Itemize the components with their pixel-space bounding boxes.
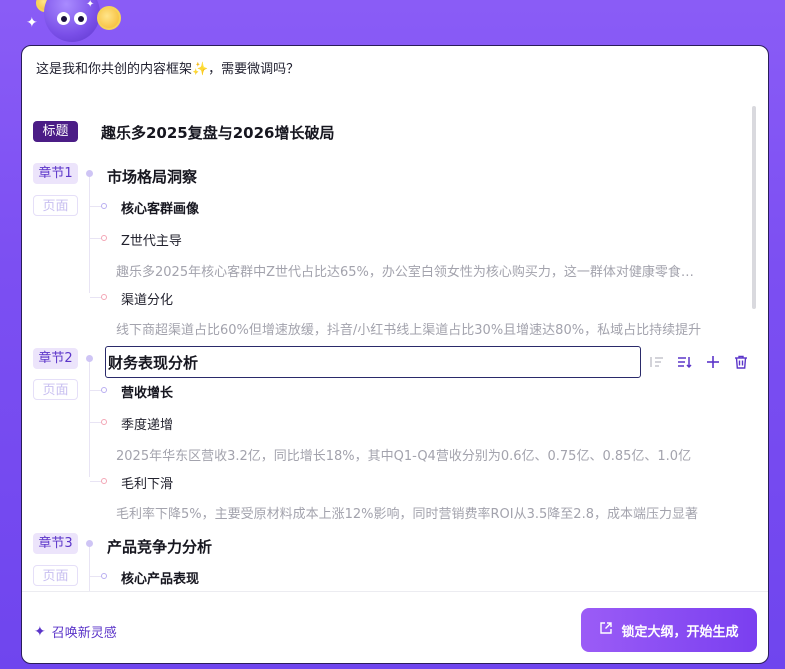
subsection-title[interactable]: 核心客群画像 (121, 198, 199, 217)
add-icon[interactable] (704, 353, 722, 371)
point-desc-row[interactable]: 毛利率下降5%，主要受原材料成本上涨12%影响，同时营销费率ROI从3.5降至2… (22, 503, 762, 527)
point-row[interactable]: Z世代主导 (22, 231, 762, 255)
chapter-title[interactable]: 产品竞争力分析 (107, 536, 212, 557)
subsection-row[interactable]: 页面 核心客群画像 (22, 195, 762, 219)
title-tag: 标题 (33, 121, 78, 142)
point-dot (101, 419, 107, 425)
subsection-title[interactable]: 营收增长 (121, 382, 173, 401)
outline-title[interactable]: 趣乐多2025复盘与2026增长破局 (101, 122, 335, 143)
chapter-dot (86, 540, 93, 547)
scrollbar[interactable] (752, 106, 756, 309)
chapter-row-editing[interactable]: 章节2 (22, 346, 762, 380)
point-row[interactable]: 毛利下滑 (22, 474, 762, 498)
chapter-tag: 章节2 (33, 348, 78, 369)
sparkle-icon: ✦ (26, 15, 38, 31)
page-tag[interactable]: 页面 (33, 195, 78, 216)
subsection-dot (101, 573, 107, 579)
mascot-decoration: ✦ ✦ (0, 0, 140, 48)
chapter-dot (86, 170, 93, 177)
chapter-toolbar (648, 353, 750, 371)
trash-icon[interactable] (732, 353, 750, 371)
page-tag[interactable]: 页面 (33, 565, 78, 586)
lock-outline-label: 锁定大纲，开始生成 (621, 624, 739, 640)
chapter-title-input[interactable] (105, 346, 641, 378)
chapter-title[interactable]: 市场格局洞察 (107, 166, 197, 187)
point-desc-row[interactable]: 线下商超渠道占比60%但增速放缓，抖音/小红书线上渠道占比30%且增速达80%，… (22, 319, 762, 343)
chapter-dot (86, 355, 93, 362)
indent-list-icon[interactable] (648, 353, 666, 371)
point-dot (101, 235, 107, 241)
sparkle-icon: ✦ (34, 623, 46, 640)
subsection-dot (101, 387, 107, 393)
external-link-icon (599, 621, 613, 639)
outline-panel: 这是我和你共创的内容框架✨，需要微调吗？ 标题 趣乐多2025复盘与2026增长… (21, 45, 769, 664)
subsection-row[interactable]: 页面 核心产品表现 (22, 565, 762, 589)
point-title[interactable]: 季度递增 (121, 414, 173, 433)
outline-scroll-area[interactable]: 标题 趣乐多2025复盘与2026增长破局 章节1 市场格局洞察 页面 核心客群… (22, 101, 770, 591)
intro-text: 这是我和你共创的内容框架✨，需要微调吗？ (36, 62, 300, 77)
point-description[interactable]: 线下商超渠道占比60%但增速放缓，抖音/小红书线上渠道占比30%且增速达80%，… (116, 319, 706, 338)
chapter-row[interactable]: 章节3 产品竞争力分析 (22, 533, 762, 557)
chapter-row[interactable]: 章节1 市场格局洞察 (22, 163, 762, 187)
mascot-eye-left (57, 12, 70, 25)
point-title[interactable]: Z世代主导 (121, 230, 182, 249)
point-desc-row[interactable]: 趣乐多2025年核心客群中Z世代占比达65%，办公室白领女性为核心购买力，这一群… (22, 261, 762, 285)
chapter-tag: 章节3 (33, 533, 78, 554)
chapter-tag: 章节1 (33, 163, 78, 184)
point-desc-row[interactable]: 2025年华东区营收3.2亿，同比增长18%，其中Q1-Q4营收分别为0.6亿、… (22, 445, 762, 469)
point-dot (101, 478, 107, 484)
point-dot (101, 294, 107, 300)
subsection-dot (101, 203, 107, 209)
footer-divider (22, 591, 768, 592)
page-tag[interactable]: 页面 (33, 379, 78, 400)
point-description[interactable]: 2025年华东区营收3.2亿，同比增长18%，其中Q1-Q4营收分别为0.6亿、… (116, 445, 706, 464)
point-description[interactable]: 趣乐多2025年核心客群中Z世代占比达65%，办公室白领女性为核心购买力，这一群… (116, 261, 706, 280)
subsection-row[interactable]: 页面 营收增长 (22, 379, 762, 403)
point-row[interactable]: 季度递增 (22, 415, 762, 439)
summon-inspiration-button[interactable]: ✦ 召唤新灵感 (34, 622, 117, 642)
point-title[interactable]: 毛利下滑 (121, 473, 173, 492)
summon-label: 召唤新灵感 (51, 626, 117, 641)
lock-outline-button[interactable]: 锁定大纲，开始生成 (581, 608, 757, 652)
coin-icon (97, 6, 121, 30)
point-title[interactable]: 渠道分化 (121, 289, 173, 308)
point-row[interactable]: 渠道分化 (22, 290, 762, 314)
subsection-title[interactable]: 核心产品表现 (121, 568, 199, 587)
mascot-eye-right (74, 12, 87, 25)
point-description[interactable]: 毛利率下降5%，主要受原材料成本上涨12%影响，同时营销费率ROI从3.5降至2… (116, 503, 706, 522)
title-row[interactable]: 标题 趣乐多2025复盘与2026增长破局 (22, 121, 762, 145)
sort-list-icon[interactable] (676, 353, 694, 371)
sparkle-icon: ✦ (86, 0, 95, 10)
